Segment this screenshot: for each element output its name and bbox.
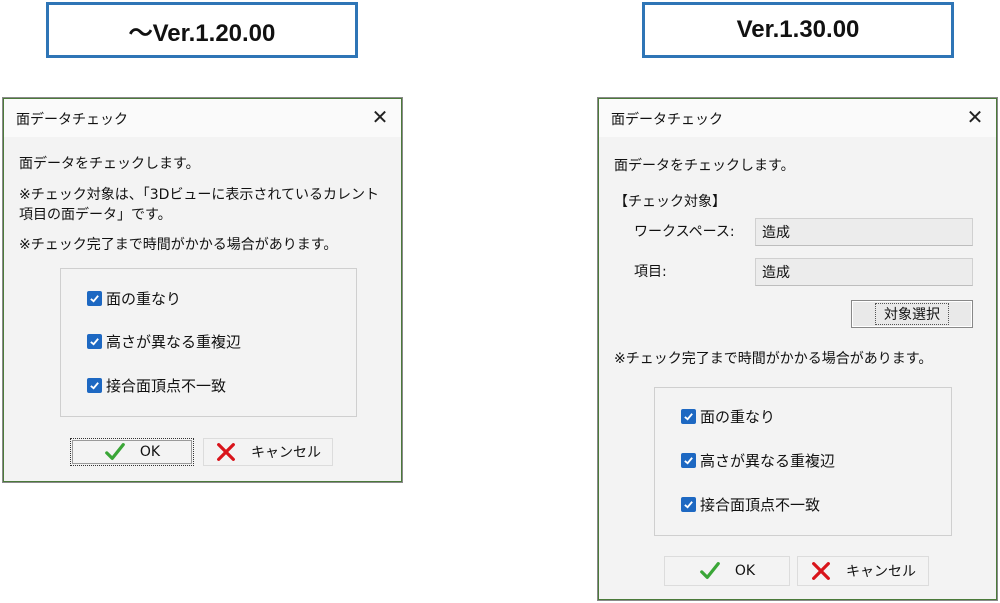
checkbox-label: 接合面頂点不一致 xyxy=(700,496,821,514)
dialog-title: 面データチェック xyxy=(16,112,128,128)
checkbox-joint-vertex-mismatch[interactable]: 接合面頂点不一致 xyxy=(87,375,226,396)
check-target-heading: 【チェック対象】 xyxy=(614,194,726,210)
version-label-old: ～Ver.1.20.00 xyxy=(46,2,358,58)
cancel-button[interactable]: キャンセル xyxy=(797,556,929,586)
workspace-field: 造成 xyxy=(755,218,973,246)
face-data-check-dialog-new: 面データチェック ✕ 面データをチェックします。 【チェック対象】 ワークスペー… xyxy=(597,97,998,601)
cancel-button[interactable]: キャンセル xyxy=(203,438,333,466)
version-label-new: Ver.1.30.00 xyxy=(642,2,954,58)
time-note: ※チェック完了まで時間がかかる場合があります。 xyxy=(19,237,338,253)
checkbox-face-overlap[interactable]: 面の重なり xyxy=(681,406,775,427)
cancel-x-icon xyxy=(812,562,830,580)
intro-text: 面データをチェックします。 xyxy=(614,158,795,174)
checkbox-label: 接合面頂点不一致 xyxy=(106,377,227,395)
checkbox-joint-vertex-mismatch[interactable]: 接合面頂点不一致 xyxy=(681,494,820,515)
ok-button[interactable]: OK xyxy=(70,438,194,466)
checkbox-face-overlap[interactable]: 面の重なり xyxy=(87,288,181,309)
cancel-x-icon xyxy=(217,443,235,461)
ok-label: OK xyxy=(139,444,161,460)
intro-text: 面データをチェックします。 xyxy=(19,156,200,172)
cancel-label: キャンセル xyxy=(846,564,916,580)
checkbox-label: 面の重なり xyxy=(700,408,776,426)
ok-button[interactable]: OK xyxy=(664,556,790,586)
checkbox-checked-icon xyxy=(87,334,102,349)
item-label: 項目: xyxy=(634,264,667,280)
checkbox-checked-icon xyxy=(681,497,696,512)
title-bar: 面データチェック ✕ xyxy=(4,99,401,137)
select-target-label: 対象選択 xyxy=(875,303,949,325)
checkbox-checked-icon xyxy=(87,378,102,393)
target-note-line1: ※チェック対象は、「3Dビューに表示されているカレント xyxy=(19,187,379,203)
checkbox-label: 高さが異なる重複辺 xyxy=(106,333,242,351)
dialog-title: 面データチェック xyxy=(611,112,723,128)
time-note: ※チェック完了まで時間がかかる場合があります。 xyxy=(614,351,933,367)
item-field: 造成 xyxy=(755,258,973,286)
checkbox-checked-icon xyxy=(87,291,102,306)
checkbox-label: 高さが異なる重複辺 xyxy=(700,452,836,470)
checkbox-duplicate-edge-height[interactable]: 高さが異なる重複辺 xyxy=(681,450,835,471)
checkbox-label: 面の重なり xyxy=(106,290,182,308)
select-target-button[interactable]: 対象選択 xyxy=(851,300,973,328)
title-bar: 面データチェック ✕ xyxy=(599,99,996,137)
checkbox-checked-icon xyxy=(681,453,696,468)
target-note-line2: 項目の面データ」です。 xyxy=(19,207,172,223)
close-icon[interactable]: ✕ xyxy=(365,103,395,131)
checkbox-duplicate-edge-height[interactable]: 高さが異なる重複辺 xyxy=(87,331,241,352)
checkbox-checked-icon xyxy=(681,409,696,424)
check-icon xyxy=(105,443,125,461)
close-icon[interactable]: ✕ xyxy=(960,103,990,131)
cancel-label: キャンセル xyxy=(251,445,321,461)
workspace-label: ワークスペース: xyxy=(634,224,735,240)
face-data-check-dialog-old: 面データチェック ✕ 面データをチェックします。 ※チェック対象は、「3Dビュー… xyxy=(2,97,403,483)
ok-label: OK xyxy=(734,563,756,579)
check-icon xyxy=(700,562,720,580)
